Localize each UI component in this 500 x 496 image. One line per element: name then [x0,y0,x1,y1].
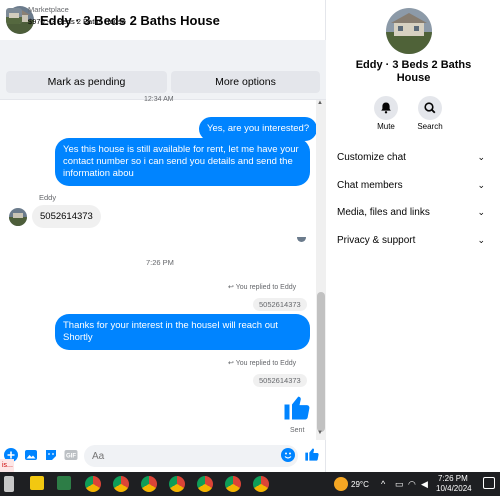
reply-note-text: You replied to Eddy [235,360,297,367]
sticker-icon[interactable] [44,448,58,462]
quoted-message[interactable]: 5052614373 [253,374,307,387]
quoted-message[interactable]: 5052614373 [253,298,307,311]
taskbar-partial-icon[interactable] [4,476,14,492]
conversation-title: Eddy · 3 Beds 2 Baths House [355,59,472,84]
weather-icon[interactable] [334,477,348,491]
volume-icon[interactable]: ◀ [421,479,428,490]
chrome-icon[interactable] [141,476,157,492]
sender-avatar[interactable] [9,208,27,226]
conversation-info-pane: Eddy · 3 Beds 2 Baths House Mute Search … [327,0,500,472]
clock-time[interactable]: 7:26 PM [438,474,468,483]
chrome-icon[interactable] [113,476,129,492]
outgoing-message[interactable]: Thanks for your interest in the houseI w… [55,314,310,350]
svg-text:GIF: GIF [66,454,76,460]
chrome-icon[interactable] [85,476,101,492]
chevron-down-icon: ⌄ [477,180,485,190]
network-icon[interactable]: ▭ [395,479,404,490]
messenger-window: Eddy · 3 Beds 2 Baths House i Marketplac… [0,0,500,496]
section-label: Privacy & support [337,235,416,246]
reply-note: ↩ You replied to Eddy [228,283,296,291]
photo-icon[interactable] [24,448,38,462]
gif-icon[interactable]: GIF [64,448,78,462]
section-label: Media, files and links [337,207,430,218]
message-input[interactable] [84,445,298,467]
section-chat-members[interactable]: Chat members ⌄ [337,180,485,196]
chevron-down-icon: ⌄ [477,235,485,245]
mute-label: Mute [377,122,395,131]
section-label: Customize chat [337,152,406,163]
time-divider: 7:26 PM [146,258,174,267]
section-label: Chat members [337,180,403,191]
reply-arrow-icon: ↩ [228,284,236,291]
reply-note: ↩ You replied to Eddy [228,359,296,367]
scroll-down-icon[interactable]: ▼ [317,430,323,436]
incoming-message[interactable]: 5052614373 [32,205,101,228]
message-timestamp: 12:34 AM [144,96,174,103]
chrome-icon[interactable] [253,476,269,492]
search-button[interactable] [418,96,442,120]
temperature[interactable]: 29°C [351,480,369,489]
more-options-button[interactable]: More options [171,71,320,93]
reply-note-text: You replied to Eddy [235,284,297,291]
partial-window-label: is... [0,459,14,472]
clock-date[interactable]: 10/4/2024 [436,484,472,493]
chevron-down-icon: ⌄ [477,152,485,162]
conversation-avatar[interactable] [386,8,432,54]
mark-as-pending-button[interactable]: Mark as pending [6,71,167,93]
section-customize-chat[interactable]: Customize chat ⌄ [337,152,485,168]
seen-indicator-avatar [297,233,306,242]
chrome-icon[interactable] [197,476,213,492]
wifi-icon[interactable]: ◠ [408,479,416,490]
chrome-icon[interactable] [225,476,241,492]
chrome-icon[interactable] [169,476,185,492]
sender-name: Eddy [39,193,57,202]
outgoing-message[interactable]: Yes this house is still available for re… [55,138,310,186]
listing-title[interactable]: $970 - 3 Beds 2 Baths House [28,17,126,26]
thumbs-up-send-icon[interactable] [304,446,320,462]
emoji-icon[interactable] [281,448,295,462]
mute-button[interactable] [374,96,398,120]
section-privacy-support[interactable]: Privacy & support ⌄ [337,235,485,251]
store-icon[interactable] [57,476,71,490]
thumbs-up-message-icon[interactable] [282,392,312,422]
message-status: Sent [290,427,305,434]
reply-arrow-icon: ↩ [228,360,236,367]
section-media-files-links[interactable]: Media, files and links ⌄ [337,207,485,223]
tray-chevron-up-icon[interactable]: ^ [381,479,385,489]
listing-thumbnail[interactable] [6,8,22,24]
chevron-down-icon: ⌄ [477,207,485,217]
scrollbar-thumb[interactable] [317,292,325,432]
search-label: Search [417,122,443,131]
file-explorer-icon[interactable] [30,476,44,490]
marketplace-label: Marketplace [28,5,69,14]
scroll-up-icon[interactable]: ▲ [317,100,323,106]
notifications-icon[interactable] [483,477,495,489]
